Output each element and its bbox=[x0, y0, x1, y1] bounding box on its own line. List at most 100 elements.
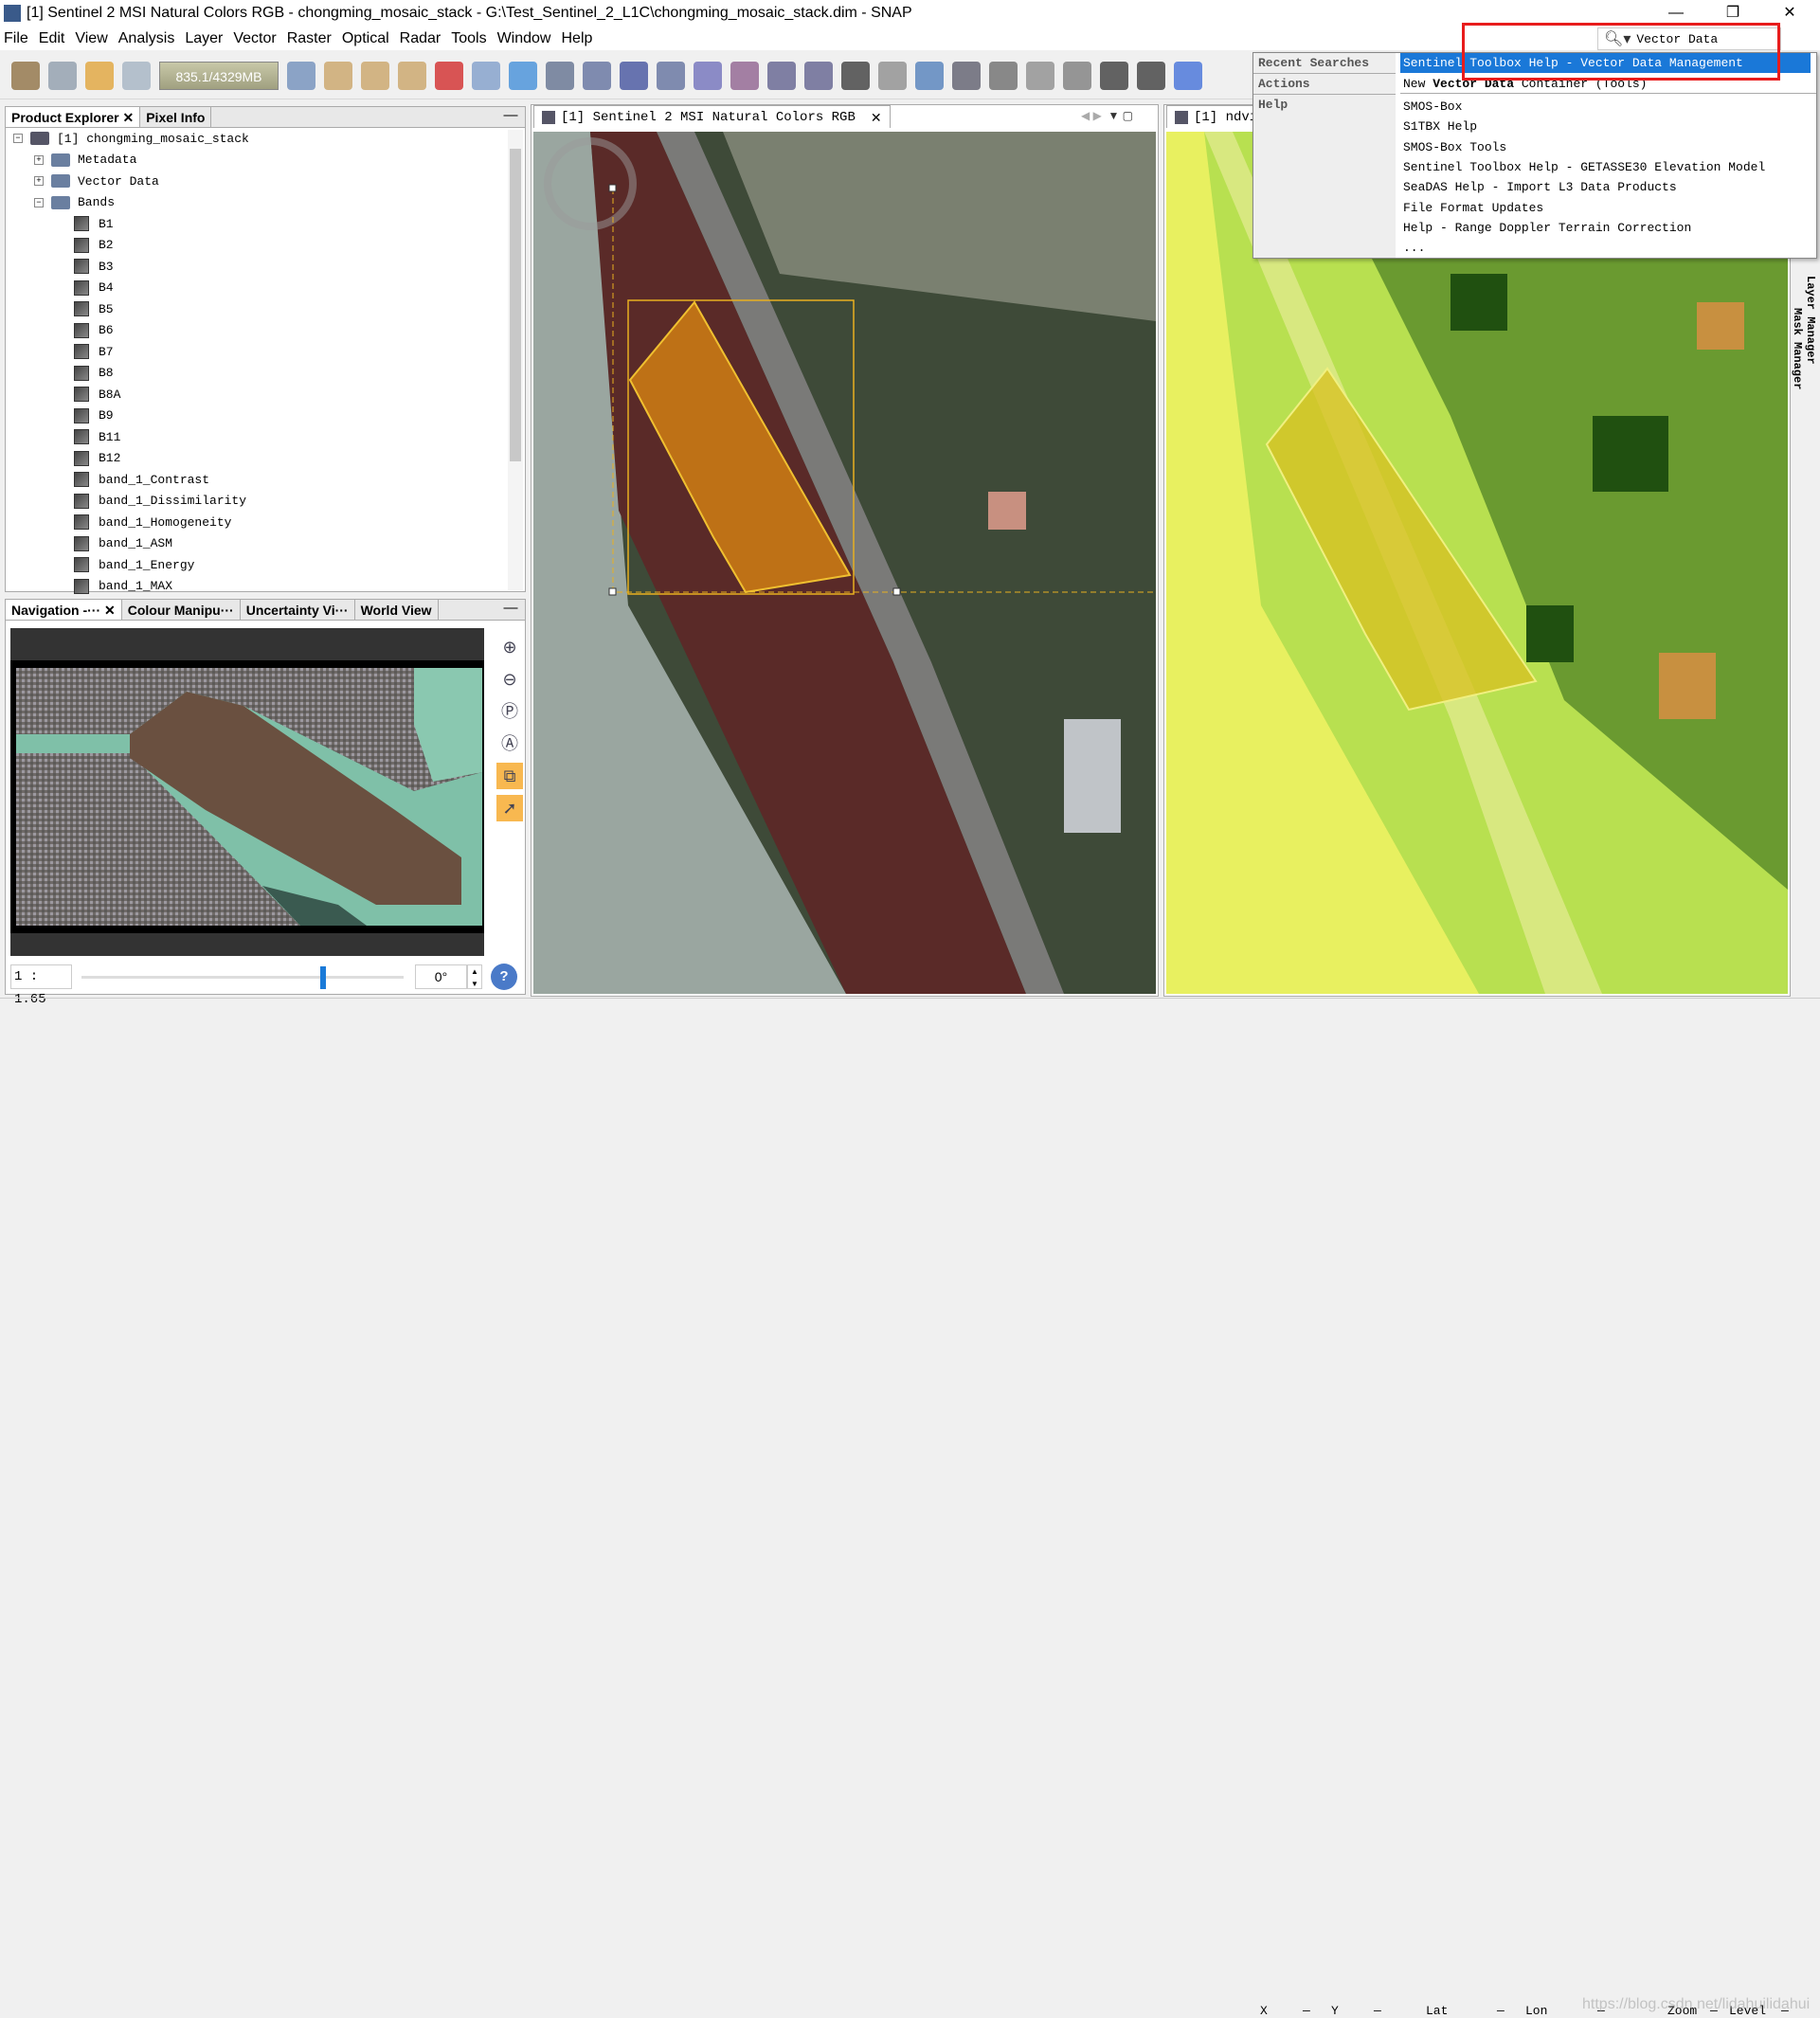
menu-file[interactable]: File bbox=[4, 30, 28, 47]
tab-uncertainty-visualisation[interactable]: Uncertainty Vi··· bbox=[241, 600, 355, 620]
menu-edit[interactable]: Edit bbox=[39, 30, 65, 47]
tree-band[interactable]: B12 bbox=[74, 448, 120, 469]
minimize-panel-button[interactable]: — bbox=[496, 107, 525, 127]
rotation-field[interactable]: 0° bbox=[415, 964, 467, 989]
search-result-help[interactable]: Sentinel Toolbox Help - GETASSE30 Elevat… bbox=[1403, 157, 1765, 177]
rotation-spinner[interactable]: ▲ ▼ bbox=[467, 964, 482, 989]
help-icon[interactable]: ? bbox=[491, 964, 517, 990]
search-result-help[interactable]: SMOS-Box bbox=[1403, 97, 1462, 117]
graticule-icon[interactable] bbox=[952, 61, 981, 90]
search-result-help[interactable]: SMOS-Box Tools bbox=[1403, 137, 1506, 157]
zoom-pixel-icon[interactable]: Ⓟ bbox=[496, 698, 523, 725]
tree-band[interactable]: B7 bbox=[74, 341, 114, 362]
export-icon[interactable] bbox=[398, 61, 426, 90]
tab-navigation[interactable]: Navigation -··· ✕ bbox=[6, 600, 122, 620]
tree-band[interactable]: B11 bbox=[74, 426, 120, 447]
tree-band[interactable]: band_1_Energy bbox=[74, 554, 194, 575]
sum-icon[interactable] bbox=[841, 61, 870, 90]
tree-folder[interactable]: − Bands bbox=[34, 192, 115, 213]
rgb-image-icon[interactable] bbox=[435, 61, 463, 90]
tree-band[interactable]: B6 bbox=[74, 320, 114, 341]
layer-manager-tab[interactable]: Layer Manager bbox=[1804, 276, 1817, 535]
scale-field[interactable]: 1 : 1.65 bbox=[10, 964, 72, 1007]
menu-help[interactable]: Help bbox=[561, 30, 592, 47]
view-nav-arrows[interactable]: ◀ ▶ ▼ ▢ bbox=[1081, 109, 1133, 122]
tree-band[interactable]: B8 bbox=[74, 363, 114, 384]
tree-folder[interactable]: + Metadata bbox=[34, 150, 136, 171]
tab-rgb-view[interactable]: [1] Sentinel 2 MSI Natural Colors RGB ✕ bbox=[533, 105, 891, 128]
ndvi-image-canvas[interactable] bbox=[1166, 132, 1788, 994]
graph-builder-icon[interactable] bbox=[1100, 61, 1128, 90]
tree-folder[interactable]: + Vector Data bbox=[34, 171, 159, 191]
tab-pixel-info[interactable]: Pixel Info bbox=[140, 107, 212, 127]
zoom-out-icon[interactable]: ⊖ bbox=[496, 666, 523, 693]
batch-icon[interactable] bbox=[1137, 61, 1165, 90]
search-result-help[interactable]: S1TBX Help bbox=[1403, 117, 1477, 136]
search-result-help[interactable]: File Format Updates bbox=[1403, 198, 1543, 218]
statistics-icon[interactable] bbox=[730, 61, 759, 90]
rgb-image-canvas[interactable] bbox=[533, 132, 1156, 994]
session-icon[interactable] bbox=[287, 61, 315, 90]
menu-raster[interactable]: Raster bbox=[287, 30, 332, 47]
tree-band[interactable]: B8A bbox=[74, 384, 120, 405]
tree-band[interactable]: band_1_Homogeneity bbox=[74, 512, 231, 532]
sync-views-icon[interactable]: ⧉ bbox=[496, 763, 523, 789]
undo-icon[interactable] bbox=[85, 61, 114, 90]
draw-line-icon[interactable] bbox=[583, 61, 611, 90]
zoom-in-icon[interactable]: ⊕ bbox=[496, 634, 523, 660]
gcp-icon[interactable] bbox=[1026, 61, 1054, 90]
tree-band[interactable]: B2 bbox=[74, 235, 114, 256]
tree-band[interactable]: B4 bbox=[74, 278, 114, 298]
world-map-icon[interactable] bbox=[1063, 61, 1091, 90]
save-product-icon[interactable] bbox=[48, 61, 77, 90]
close-tab-icon[interactable]: ✕ bbox=[871, 106, 882, 129]
tree-band[interactable]: band_1_MAX bbox=[74, 576, 172, 597]
tree-band[interactable]: B5 bbox=[74, 298, 114, 319]
navigation-overview[interactable] bbox=[10, 628, 484, 956]
menu-radar[interactable]: Radar bbox=[400, 30, 441, 47]
zoom-all-icon[interactable]: Ⓐ bbox=[496, 730, 523, 757]
pin-icon[interactable] bbox=[878, 61, 907, 90]
menu-analysis[interactable]: Analysis bbox=[118, 30, 175, 47]
menu-window[interactable]: Window bbox=[497, 30, 551, 47]
search-result-help[interactable]: Help - Range Doppler Terrain Correction bbox=[1403, 218, 1691, 238]
tree-band[interactable]: B1 bbox=[74, 213, 114, 234]
menu-optical[interactable]: Optical bbox=[342, 30, 389, 47]
tab-world-view[interactable]: World View bbox=[355, 600, 439, 620]
zoom-slider-thumb[interactable] bbox=[320, 966, 326, 989]
screen-icon[interactable] bbox=[1174, 61, 1202, 90]
tree-product[interactable]: − [1] chongming_mosaic_stack bbox=[13, 128, 249, 149]
import-vector-icon[interactable] bbox=[361, 61, 389, 90]
profile-plot-icon[interactable] bbox=[767, 61, 796, 90]
menu-layer[interactable]: Layer bbox=[185, 30, 223, 47]
spectrum-icon[interactable] bbox=[546, 61, 574, 90]
redo-icon[interactable] bbox=[122, 61, 151, 90]
open-product-icon[interactable] bbox=[11, 61, 40, 90]
tree-band[interactable]: band_1_ASM bbox=[74, 533, 172, 554]
menu-view[interactable]: View bbox=[75, 30, 107, 47]
wave-icon[interactable] bbox=[509, 61, 537, 90]
tree-scrollbar[interactable] bbox=[508, 130, 523, 590]
band-maths-icon[interactable] bbox=[620, 61, 648, 90]
tree-band[interactable]: B3 bbox=[74, 256, 114, 277]
histogram-icon[interactable] bbox=[657, 61, 685, 90]
tree-band[interactable]: band_1_Dissimilarity bbox=[74, 491, 246, 512]
mask-manager-tab[interactable]: Mask Manager bbox=[1791, 308, 1804, 535]
sync-cursor-icon[interactable]: ➚ bbox=[496, 795, 523, 821]
placemark-icon[interactable] bbox=[989, 61, 1018, 90]
tab-product-explorer[interactable]: Product Explorer ✕ bbox=[6, 107, 141, 127]
search-result-help[interactable]: ... bbox=[1403, 238, 1425, 258]
overlay-icon[interactable] bbox=[915, 61, 944, 90]
memory-gauge[interactable]: 835.1/4329MB bbox=[159, 61, 279, 90]
tab-colour-manipulation[interactable]: Colour Manipu··· bbox=[122, 600, 241, 620]
tree-band[interactable]: B9 bbox=[74, 405, 114, 426]
search-result-help[interactable]: SeaDAS Help - Import L3 Data Products bbox=[1403, 177, 1677, 197]
tab-ndvi-view[interactable]: [1] ndvi bbox=[1166, 105, 1267, 128]
tile-windows-icon[interactable] bbox=[472, 61, 500, 90]
menu-tools[interactable]: Tools bbox=[451, 30, 486, 47]
tree-band[interactable]: band_1_Contrast bbox=[74, 469, 209, 490]
zoom-slider[interactable] bbox=[81, 966, 404, 989]
scatter-plot-icon[interactable] bbox=[804, 61, 833, 90]
info-icon[interactable] bbox=[694, 61, 722, 90]
menu-vector[interactable]: Vector bbox=[233, 30, 276, 47]
